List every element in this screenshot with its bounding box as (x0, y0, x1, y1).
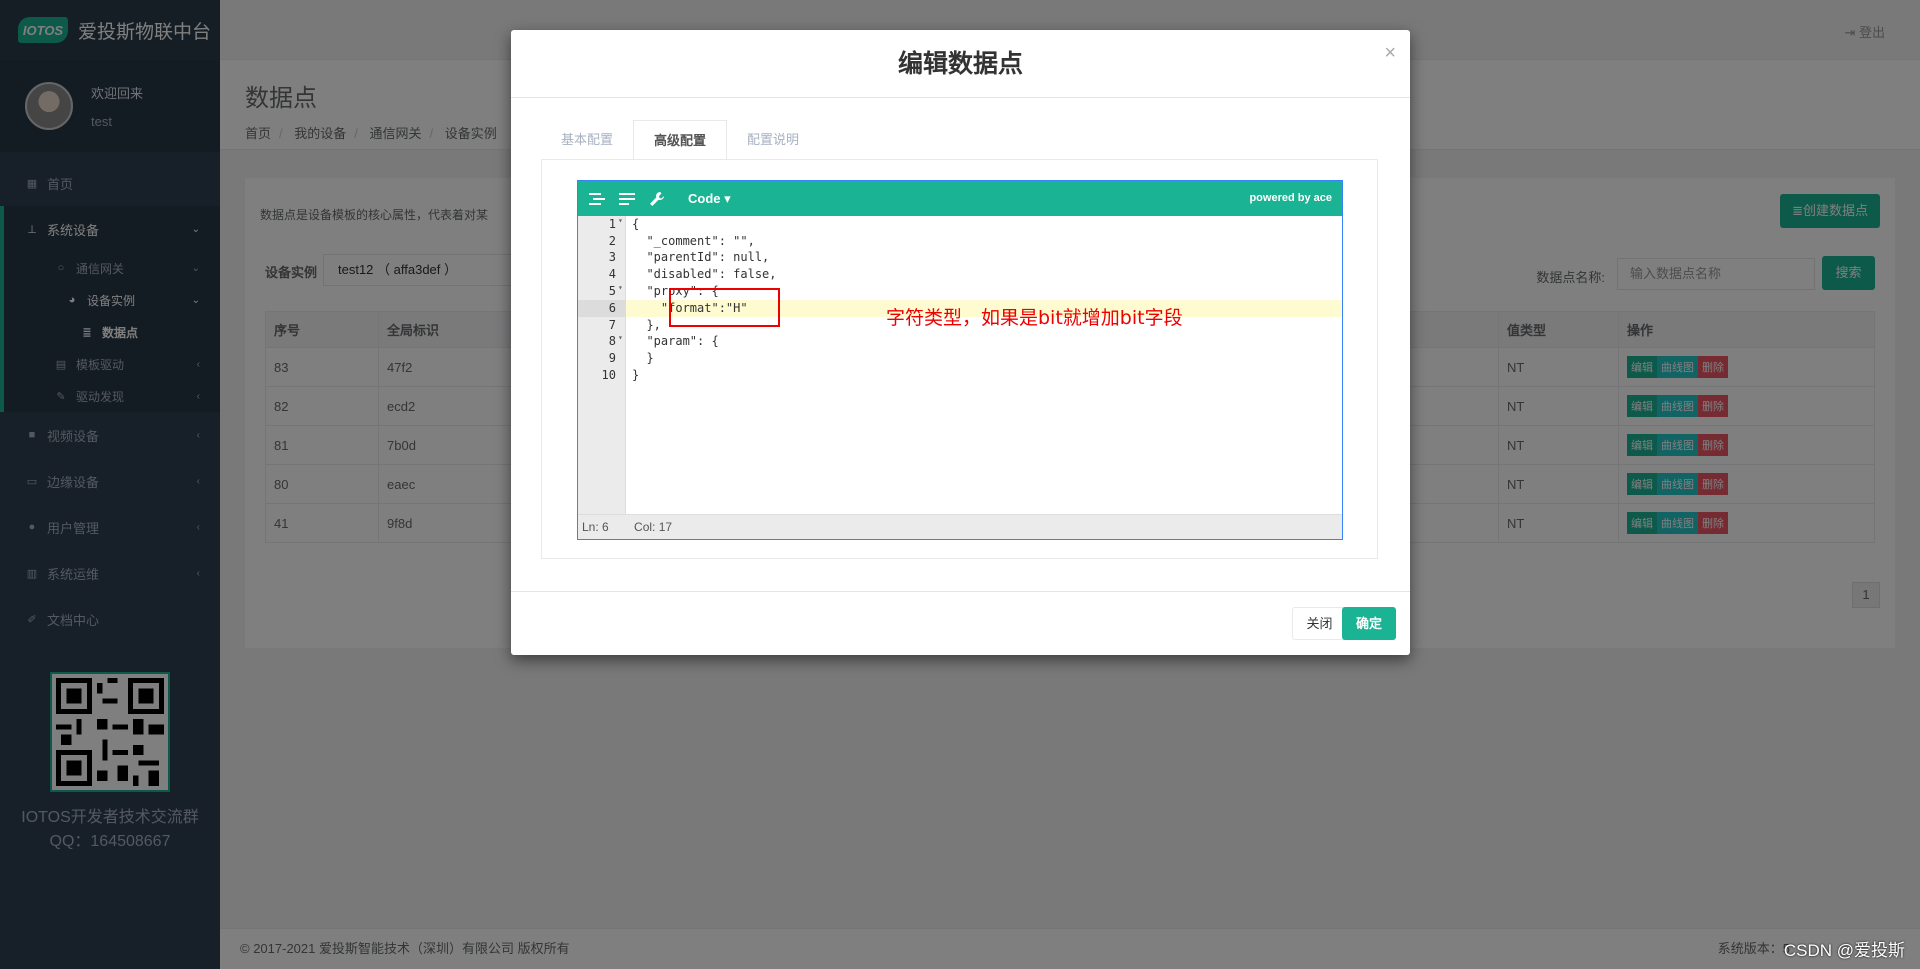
mode-dropdown[interactable]: Code ▾ (688, 191, 731, 207)
status-line: Ln: 6 (582, 520, 609, 534)
code-area[interactable]: 1 ▾ 2 3 4 5 ▾ 6 7 8 ▾ 9 10 { "_comment": ""… (578, 216, 1342, 514)
edit-datapoint-modal: 编辑数据点 × 基本配置 高级配置 配置说明 Code ▾ powered by… (511, 30, 1410, 655)
code-line: } (632, 351, 654, 366)
tab-advanced-config[interactable]: 高级配置 (633, 120, 728, 160)
annotation-text: 字符类型，如果是bit就增加bit字段 (886, 307, 1183, 329)
tab-basic-config[interactable]: 基本配置 (541, 120, 633, 160)
line-number: 7 (608, 317, 616, 332)
fold-icon[interactable]: ▾ (618, 333, 623, 342)
fold-icon[interactable]: ▾ (618, 283, 623, 292)
powered-by[interactable]: powered by ace (1249, 192, 1332, 204)
line-number: 4 (608, 267, 616, 282)
wrench-icon[interactable] (646, 188, 668, 210)
editor-menu: Code ▾ powered by ace (578, 181, 1342, 216)
line-number: 3 (608, 250, 616, 265)
close-icon[interactable]: × (1384, 42, 1396, 65)
mode-label: Code (688, 190, 721, 206)
line-number: 9 (608, 351, 616, 366)
watermark: CSDN @爱投斯 (1783, 941, 1905, 960)
line-number: 1 (608, 217, 616, 231)
code-line: { (632, 217, 640, 231)
json-editor: Code ▾ powered by ace 1 ▾ 2 3 4 5 ▾ 6 7 8 ▾… (577, 180, 1343, 540)
code-line: "_comment": "", (632, 233, 755, 248)
code-line: } (632, 367, 640, 382)
fold-icon[interactable]: ▾ (618, 216, 623, 225)
tab-config-help[interactable]: 配置说明 (727, 120, 819, 160)
modal-title: 编辑数据点 (897, 50, 1023, 78)
code-line: "disabled": false, (632, 267, 777, 282)
line-number: 8 (608, 334, 616, 349)
tab-content: Code ▾ powered by ace 1 ▾ 2 3 4 5 ▾ 6 7 8 ▾… (541, 159, 1378, 559)
compact-icon[interactable] (616, 188, 638, 210)
confirm-button[interactable]: 确定 (1342, 607, 1396, 640)
line-number: 6 (608, 301, 616, 315)
highlight-box (669, 288, 780, 327)
format-icon[interactable] (586, 188, 608, 210)
status-column: Col: 17 (634, 520, 673, 534)
editor-statusbar: Ln: 6 Col: 17 (578, 514, 1342, 539)
code-line: "parentId": null, (632, 250, 770, 265)
close-button[interactable]: 关闭 (1292, 607, 1347, 640)
line-number: 2 (608, 233, 616, 248)
modal-footer: 关闭 确定 (511, 591, 1410, 655)
modal-header: 编辑数据点 × (511, 30, 1410, 98)
line-number: 10 (601, 367, 616, 382)
code-line: }, (632, 317, 661, 332)
code-line: "param": { (632, 334, 719, 349)
line-number: 5 (608, 283, 616, 298)
caret-down-icon: ▾ (724, 190, 731, 206)
modal-tabs: 基本配置 高级配置 配置说明 (541, 120, 819, 160)
